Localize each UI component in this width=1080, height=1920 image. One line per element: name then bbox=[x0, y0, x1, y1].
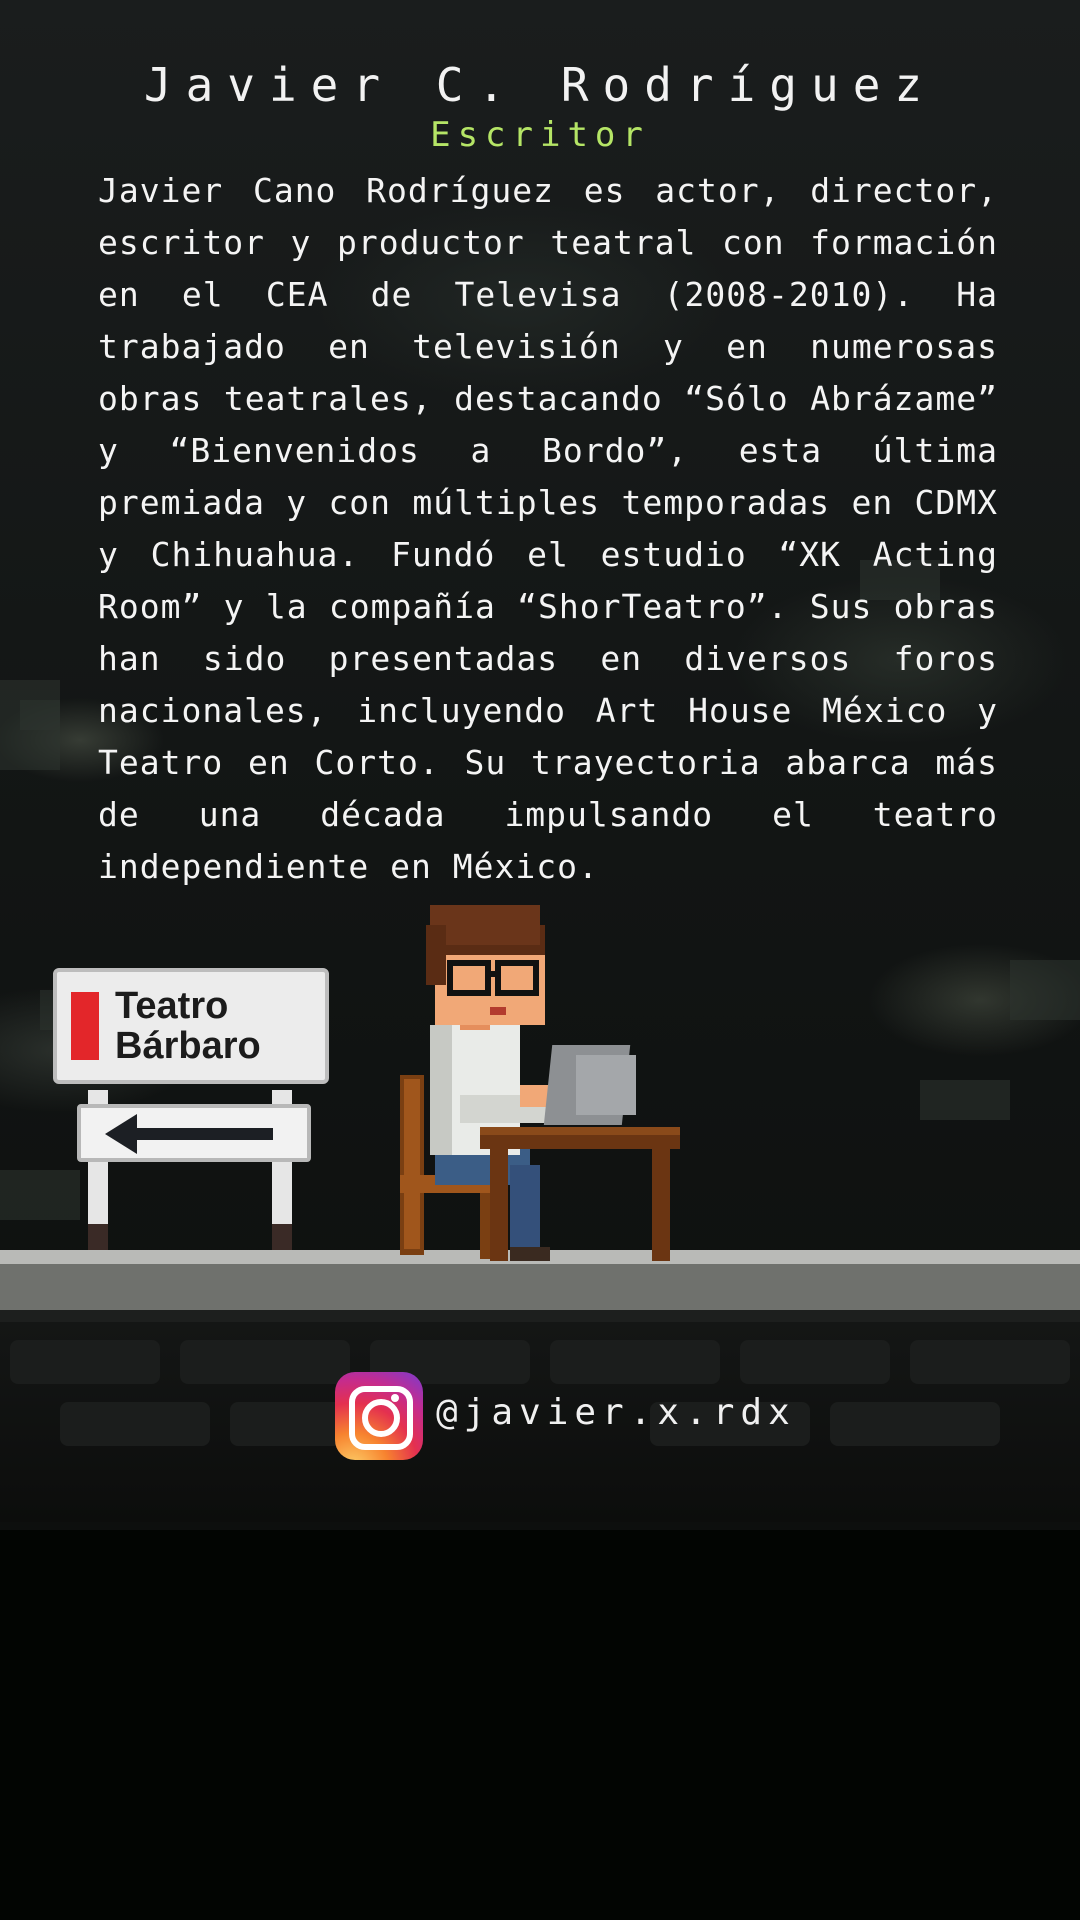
ground-shadow bbox=[0, 1310, 1080, 1322]
pixel-character-writer bbox=[400, 905, 680, 1261]
profile-role: Escritor bbox=[430, 115, 650, 155]
profile-bio: Javier Cano Rodríguez es actor, director… bbox=[98, 171, 998, 886]
instagram-handle-link[interactable]: @javier.x.rdx bbox=[436, 1392, 796, 1433]
profile-name: Javier C. Rodríguez bbox=[143, 58, 937, 112]
logo-line-1: Teatro bbox=[115, 985, 229, 1027]
logo-line-2: Bárbaro bbox=[115, 1025, 261, 1067]
arrow-left-icon bbox=[105, 1114, 273, 1154]
direction-sign bbox=[77, 1104, 311, 1162]
profile-header: Javier C. Rodríguez Escritor bbox=[0, 55, 1080, 155]
ground-surface bbox=[0, 1264, 1080, 1310]
instagram-icon[interactable] bbox=[335, 1372, 423, 1460]
logo-red-bar bbox=[71, 992, 99, 1060]
teatro-barbaro-logo: Teatro Bárbaro bbox=[53, 968, 329, 1084]
